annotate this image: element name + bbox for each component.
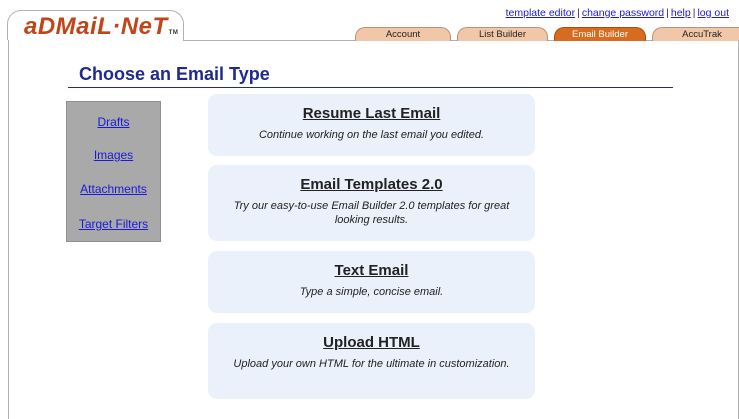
logo-trademark: TM bbox=[168, 30, 179, 36]
text-email-card[interactable]: Text Email Type a simple, concise email. bbox=[208, 251, 535, 313]
separator: | bbox=[692, 7, 696, 19]
tab-list-builder[interactable]: List Builder bbox=[457, 27, 548, 41]
page-title: Choose an Email Type bbox=[79, 64, 270, 84]
card-title[interactable]: Resume Last Email bbox=[208, 105, 535, 122]
upload-html-card[interactable]: Upload HTML Upload your own HTML for the… bbox=[208, 323, 535, 399]
sidebar: Drafts Images Attachments Target Filters bbox=[66, 101, 161, 242]
separator: | bbox=[666, 7, 669, 19]
tab-account[interactable]: Account bbox=[355, 27, 451, 41]
frame-border-left bbox=[8, 40, 9, 419]
utility-links: template editor | change password | help | log… bbox=[506, 7, 729, 19]
change-password-link[interactable]: change password bbox=[582, 7, 664, 19]
card-description: Try our easy-to-use Email Builder 2.0 te… bbox=[233, 200, 510, 226]
template-editor-link[interactable]: template editor bbox=[506, 7, 575, 19]
card-description: Type a simple, concise email. bbox=[299, 286, 444, 298]
email-templates-card[interactable]: Email Templates 2.0 Try our easy-to-use … bbox=[208, 165, 535, 241]
admail-logo[interactable]: aDMaiL·NeTTM bbox=[24, 13, 178, 41]
card-title[interactable]: Text Email bbox=[208, 262, 535, 279]
sidebar-item-target-filters[interactable]: Target Filters bbox=[67, 217, 160, 231]
card-description: Upload your own HTML for the ultimate in… bbox=[233, 358, 510, 370]
tab-accutrak[interactable]: AccuTrak bbox=[652, 27, 739, 41]
tab-email-builder[interactable]: Email Builder bbox=[554, 27, 646, 41]
header: aDMaiL·NeTTM template editor | change pass… bbox=[0, 0, 739, 44]
main-tabs: Account List Builder Email Builder AccuT… bbox=[355, 27, 739, 41]
logo-container: aDMaiL·NeTTM bbox=[7, 10, 184, 40]
card-title[interactable]: Upload HTML bbox=[208, 334, 535, 351]
separator: | bbox=[577, 7, 580, 19]
log-out-link[interactable]: log out bbox=[697, 7, 729, 19]
title-divider bbox=[68, 87, 673, 88]
card-title[interactable]: Email Templates 2.0 bbox=[208, 176, 535, 193]
help-link[interactable]: help bbox=[671, 7, 691, 19]
sidebar-item-attachments[interactable]: Attachments bbox=[67, 182, 160, 196]
sidebar-item-images[interactable]: Images bbox=[67, 148, 160, 162]
sidebar-item-drafts[interactable]: Drafts bbox=[67, 115, 160, 129]
card-description: Continue working on the last email you e… bbox=[258, 129, 485, 141]
logo-text: aDMaiL·NeT bbox=[24, 13, 168, 40]
resume-last-email-card[interactable]: Resume Last Email Continue working on th… bbox=[208, 94, 535, 156]
